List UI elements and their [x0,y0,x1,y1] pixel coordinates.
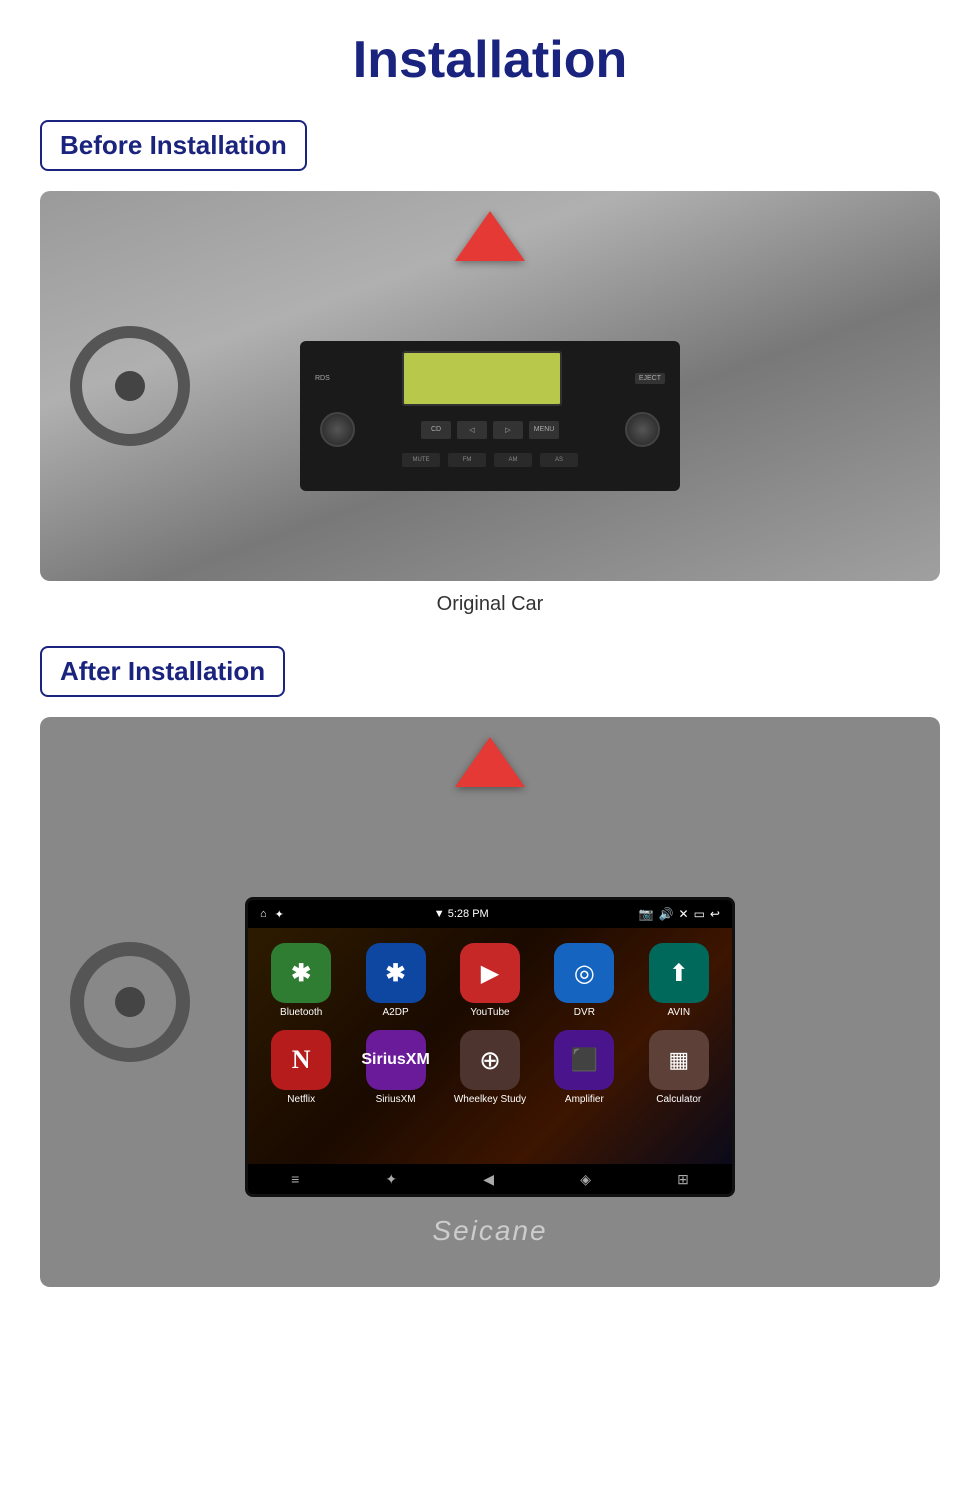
status-time: ▼ 5:28 PM [434,908,489,920]
steering-wheel-after [70,942,190,1062]
nav-settings-icon[interactable]: ✦ [385,1171,397,1188]
statusbar-right: 📷 🔊 ✕ ▭ ↩ [639,907,720,921]
youtube-icon-box: ▶ [460,943,520,1003]
before-installation-image: RDS EJECT CD ◁ ▷ MENU MUTE FM AM AS [40,191,940,581]
calculator-icon-box: ▦ [649,1030,709,1090]
amplifier-icon-box: ⬛ [554,1030,614,1090]
volume-icon: 🔊 [659,907,674,921]
siriusxm-label: SiriusXM [376,1094,416,1105]
apps-row-1: ✱ Bluetooth ✱ A2DP ▶ YouTube [258,943,722,1018]
nav-menu-icon[interactable]: ≡ [291,1171,299,1187]
seicane-brand: Seicane [432,1215,547,1247]
head-unit: ⌂ ✦ ▼ 5:28 PM 📷 🔊 ✕ ▭ ↩ ✱ Bluetooth [245,897,735,1197]
app-siriusxm[interactable]: SiriusXM SiriusXM [358,1030,433,1105]
wheelkey-label: Wheelkey Study [454,1094,526,1105]
siriusxm-icon-box: SiriusXM [366,1030,426,1090]
bluetooth-label: Bluetooth [280,1007,322,1018]
radio-knob-right [625,412,660,447]
after-installation-image: ⌂ ✦ ▼ 5:28 PM 📷 🔊 ✕ ▭ ↩ ✱ Bluetooth [40,717,940,1287]
app-netflix[interactable]: N Netflix [264,1030,339,1105]
close-icon: ✕ [679,907,689,921]
app-youtube[interactable]: ▶ YouTube [452,943,527,1018]
radio-display [402,351,562,406]
app-a2dp[interactable]: ✱ A2DP [358,943,433,1018]
app-dvr[interactable]: ◎ DVR [547,943,622,1018]
youtube-label: YouTube [470,1007,509,1018]
steering-wheel [70,326,190,446]
before-caption: Original Car [40,593,940,616]
calculator-label: Calculator [656,1094,701,1105]
app-calculator[interactable]: ▦ Calculator [641,1030,716,1105]
home-icon: ⌂ [260,908,267,920]
statusbar-left: ⌂ ✦ [260,908,284,921]
a2dp-label: A2DP [383,1007,409,1018]
radio-knob-left [320,412,355,447]
wifi-icon: ✦ [275,908,284,921]
bluetooth-icon-box: ✱ [271,943,331,1003]
app-avin[interactable]: ⬆ AVIN [641,943,716,1018]
app-wheelkey[interactable]: ⊕ Wheelkey Study [452,1030,527,1105]
window-icon: ▭ [694,907,705,921]
apps-row-2: N Netflix SiriusXM SiriusXM ⊕ Wheelkey S… [258,1030,722,1105]
nav-home-icon[interactable]: ◈ [580,1171,591,1188]
amplifier-label: Amplifier [565,1094,604,1105]
app-grid: ✱ Bluetooth ✱ A2DP ▶ YouTube [248,928,732,1164]
netflix-label: Netflix [287,1094,315,1105]
a2dp-icon-box: ✱ [366,943,426,1003]
app-amplifier[interactable]: ⬛ Amplifier [547,1030,622,1105]
page-title: Installation [40,30,940,90]
netflix-icon-box: N [271,1030,331,1090]
before-installation-badge: Before Installation [40,120,307,171]
wheelkey-icon-box: ⊕ [460,1030,520,1090]
after-installation-badge: After Installation [40,646,285,697]
avin-icon-box: ⬆ [649,943,709,1003]
original-radio-unit: RDS EJECT CD ◁ ▷ MENU MUTE FM AM AS [300,341,680,491]
nav-back-icon[interactable]: ◀ [483,1171,494,1188]
nav-bar: ≡ ✦ ◀ ◈ ⊞ [248,1164,732,1194]
camera-icon: 📷 [639,907,654,921]
app-bluetooth[interactable]: ✱ Bluetooth [264,943,339,1018]
nav-apps-icon[interactable]: ⊞ [677,1171,689,1188]
dvr-label: DVR [574,1007,595,1018]
avin-label: AVIN [667,1007,690,1018]
back-icon: ↩ [710,907,720,921]
dvr-icon-box: ◎ [554,943,614,1003]
status-bar: ⌂ ✦ ▼ 5:28 PM 📷 🔊 ✕ ▭ ↩ [248,900,732,928]
